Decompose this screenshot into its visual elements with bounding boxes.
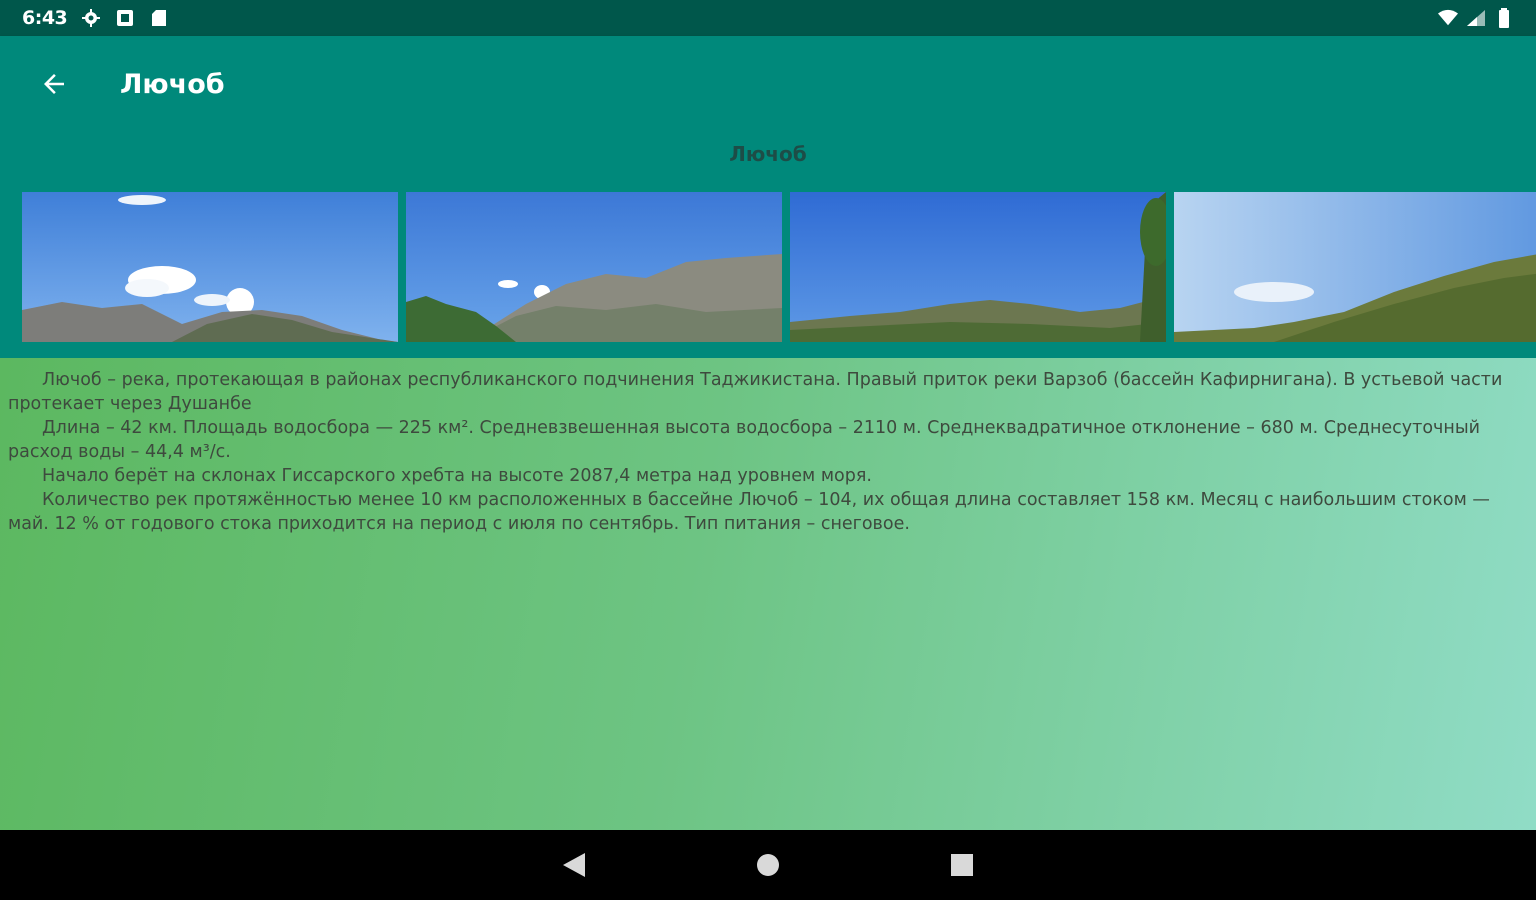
paragraph-source: Начало берёт на склонах Гиссарского хреб… [42,466,872,486]
arrow-left-icon [44,74,64,94]
status-bar: 6:43 [0,0,1536,36]
status-left: 6:43 [22,7,169,29]
description-content: Лючоб – река, протекающая в районах респ… [0,358,1536,830]
app-screen: 6:43 Лючоб Лючоб Лючоб – река, протекающ… [0,0,1536,900]
status-time: 6:43 [22,7,68,29]
gear-icon [81,8,101,28]
photo-gallery[interactable] [22,192,1536,342]
gallery-section: Лючоб [0,132,1536,358]
photo-4[interactable] [1174,192,1536,342]
nav-home-button[interactable] [746,843,790,887]
square-notification-icon [115,8,135,28]
photo-3[interactable] [790,192,1166,342]
battery-icon [1494,8,1514,28]
back-triangle-icon [563,853,585,877]
toolbar-title: Лючоб [120,68,225,100]
signal-icon [1466,8,1486,28]
back-button[interactable] [26,56,82,112]
sd-card-icon [149,8,169,28]
paragraph-intro: Лючоб – река, протекающая в районах респ… [8,370,1503,414]
app-toolbar: Лючоб [0,36,1536,132]
photo-2[interactable] [406,192,782,342]
paragraph-tributaries: Количество рек протяжённостью менее 10 к… [8,490,1490,534]
photo-1[interactable] [22,192,398,342]
recents-square-icon [951,854,973,876]
nav-recents-button[interactable] [940,843,984,887]
paragraph-dimensions: Длина – 42 км. Площадь водосбора — 225 к… [8,418,1481,462]
gallery-heading: Лючоб [729,142,807,166]
nav-back-button[interactable] [552,843,596,887]
status-right [1438,8,1514,28]
wifi-icon [1438,8,1458,28]
navigation-bar [0,830,1536,900]
home-circle-icon [757,854,779,876]
